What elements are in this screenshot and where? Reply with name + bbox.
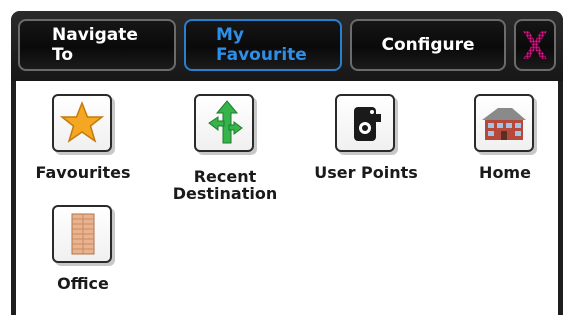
tab-configure[interactable]: Configure xyxy=(350,19,506,71)
home-item[interactable]: Home xyxy=(440,94,563,194)
home-icon-box xyxy=(474,94,534,152)
camera-icon xyxy=(354,107,381,141)
office-item[interactable]: Office xyxy=(18,205,148,305)
favourites-label: Favourites xyxy=(35,163,131,182)
green-arrows-icon xyxy=(208,100,243,144)
recent-destination-icon-box xyxy=(194,94,254,152)
close-x-icon xyxy=(523,31,547,59)
recent-destination-item[interactable]: Recent Destination xyxy=(160,94,290,204)
tab-navigate-to-label: Navigate To xyxy=(52,25,138,65)
house-icon xyxy=(482,108,526,140)
tab-navigate-to[interactable]: Navigate To xyxy=(18,19,176,71)
user-points-label: User Points xyxy=(314,163,418,182)
favourites-icon-box xyxy=(52,94,112,152)
recent-destination-label: Recent Destination xyxy=(172,167,278,203)
tab-my-favourite-label: My Favourite xyxy=(216,25,307,65)
home-label: Home xyxy=(479,163,531,182)
user-points-icon-box xyxy=(335,94,395,152)
close-button[interactable] xyxy=(514,19,556,71)
favourites-window: Navigate To My Favourite Configure Favou… xyxy=(11,11,563,315)
star-icon xyxy=(59,100,105,143)
tab-my-favourite[interactable]: My Favourite xyxy=(184,19,342,71)
tab-configure-label: Configure xyxy=(381,35,475,55)
user-points-item[interactable]: User Points xyxy=(301,94,431,194)
office-building-icon xyxy=(71,213,95,255)
office-label: Office xyxy=(57,274,109,293)
office-icon-box xyxy=(52,205,112,263)
favourites-item[interactable]: Favourites xyxy=(18,94,148,194)
favourites-grid: Favourites Recent Destination User Point… xyxy=(16,81,558,315)
top-navigation-bar: Navigate To My Favourite Configure xyxy=(11,11,563,81)
